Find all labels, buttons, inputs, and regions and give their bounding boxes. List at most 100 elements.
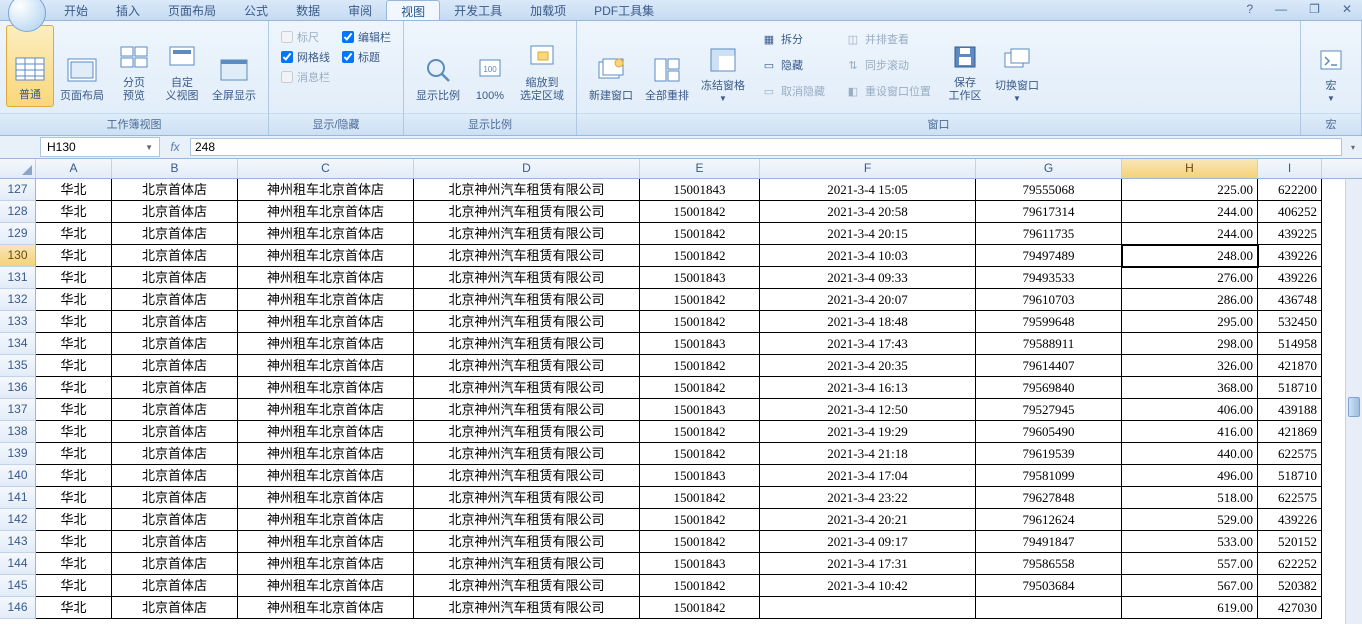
cell[interactable]: 439226 (1258, 509, 1322, 531)
macro-button[interactable]: 宏 ▼ (1307, 25, 1355, 107)
cell[interactable]: 神州租车北京首体店 (238, 377, 414, 399)
cell[interactable]: 北京首体店 (112, 311, 238, 333)
maximize-icon[interactable]: ❐ (1303, 0, 1326, 18)
cell[interactable]: 北京首体店 (112, 355, 238, 377)
cell[interactable]: 北京首体店 (112, 443, 238, 465)
cell[interactable]: 神州租车北京首体店 (238, 487, 414, 509)
cell[interactable]: 79497489 (976, 245, 1122, 267)
cell[interactable]: 华北 (36, 553, 112, 575)
page-break-button[interactable]: 分页 预览 (110, 25, 158, 107)
cell[interactable]: 北京首体店 (112, 201, 238, 223)
cell[interactable]: 2021-3-4 15:05 (760, 179, 976, 201)
cell[interactable]: 2021-3-4 20:35 (760, 355, 976, 377)
arrange-button[interactable]: 全部重排 (639, 25, 695, 107)
cell[interactable]: 2021-3-4 23:22 (760, 487, 976, 509)
col-header-F[interactable]: F (760, 159, 976, 178)
cell[interactable]: 368.00 (1122, 377, 1258, 399)
cell[interactable]: 华北 (36, 355, 112, 377)
expand-formula-icon[interactable]: ▾ (1344, 143, 1362, 152)
cell[interactable]: 244.00 (1122, 223, 1258, 245)
row-header[interactable]: 136 (0, 377, 36, 399)
new-window-button[interactable]: 新建窗口 (583, 25, 639, 107)
tab-插入[interactable]: 插入 (102, 0, 154, 20)
cell[interactable]: 北京神州汽车租赁有限公司 (414, 179, 640, 201)
cell[interactable]: 622575 (1258, 443, 1322, 465)
tab-页面布局[interactable]: 页面布局 (154, 0, 230, 20)
cell[interactable]: 326.00 (1122, 355, 1258, 377)
freeze-button[interactable]: 冻结窗格 ▼ (695, 25, 751, 107)
cell[interactable]: 15001843 (640, 399, 760, 421)
name-box[interactable]: H130 ▼ (40, 137, 160, 157)
cell[interactable]: 15001842 (640, 289, 760, 311)
cell[interactable]: 北京神州汽车租赁有限公司 (414, 509, 640, 531)
cell[interactable]: 15001843 (640, 179, 760, 201)
cell[interactable]: 神州租车北京首体店 (238, 597, 414, 619)
cell[interactable]: 514958 (1258, 333, 1322, 355)
cell[interactable]: 北京首体店 (112, 575, 238, 597)
cell[interactable]: 2021-3-4 17:43 (760, 333, 976, 355)
row-header[interactable]: 141 (0, 487, 36, 509)
row-header[interactable]: 132 (0, 289, 36, 311)
cell[interactable]: 2021-3-4 17:31 (760, 553, 976, 575)
cell[interactable]: 2021-3-4 20:15 (760, 223, 976, 245)
cell[interactable]: 79527945 (976, 399, 1122, 421)
formulabar-checkbox[interactable]: 编辑栏 (342, 29, 391, 45)
cell[interactable]: 北京首体店 (112, 553, 238, 575)
row-header[interactable]: 138 (0, 421, 36, 443)
cell[interactable]: 15001842 (640, 575, 760, 597)
cell[interactable]: 神州租车北京首体店 (238, 399, 414, 421)
cell[interactable]: 15001842 (640, 509, 760, 531)
cell[interactable]: 79614407 (976, 355, 1122, 377)
cell[interactable]: 15001842 (640, 223, 760, 245)
cell[interactable]: 421870 (1258, 355, 1322, 377)
minimize-icon[interactable]: — (1269, 0, 1293, 18)
save-workspace-button[interactable]: 保存 工作区 (941, 25, 989, 107)
close-icon[interactable]: ✕ (1336, 0, 1358, 18)
cell[interactable]: 华北 (36, 223, 112, 245)
cell[interactable]: 421869 (1258, 421, 1322, 443)
row-header[interactable]: 129 (0, 223, 36, 245)
cell[interactable]: 北京神州汽车租赁有限公司 (414, 443, 640, 465)
cell[interactable]: 华北 (36, 509, 112, 531)
cell[interactable]: 439226 (1258, 267, 1322, 289)
cell[interactable]: 2021-3-4 20:21 (760, 509, 976, 531)
cell[interactable]: 神州租车北京首体店 (238, 201, 414, 223)
cell[interactable]: 15001842 (640, 355, 760, 377)
help-icon[interactable]: ? (1240, 0, 1259, 18)
cell[interactable]: 15001843 (640, 267, 760, 289)
cell[interactable]: 244.00 (1122, 201, 1258, 223)
cell[interactable]: 北京首体店 (112, 289, 238, 311)
cell[interactable]: 529.00 (1122, 509, 1258, 531)
cell[interactable]: 华北 (36, 377, 112, 399)
cell[interactable]: 2021-3-4 19:29 (760, 421, 976, 443)
row-header[interactable]: 139 (0, 443, 36, 465)
cell[interactable]: 295.00 (1122, 311, 1258, 333)
cell[interactable]: 神州租车北京首体店 (238, 355, 414, 377)
cell[interactable]: 436748 (1258, 289, 1322, 311)
cell[interactable]: 79569840 (976, 377, 1122, 399)
cell[interactable]: 276.00 (1122, 267, 1258, 289)
grid-body[interactable]: 127华北北京首体店神州租车北京首体店北京神州汽车租赁有限公司150018432… (0, 179, 1362, 624)
cell[interactable]: 北京首体店 (112, 509, 238, 531)
cell[interactable]: 518710 (1258, 377, 1322, 399)
cell[interactable]: 北京首体店 (112, 179, 238, 201)
cell[interactable]: 华北 (36, 575, 112, 597)
cell[interactable]: 439226 (1258, 245, 1322, 267)
cell[interactable]: 神州租车北京首体店 (238, 289, 414, 311)
zoom-selection-button[interactable]: 缩放到 选定区域 (514, 25, 570, 107)
cell[interactable]: 华北 (36, 245, 112, 267)
cell[interactable]: 北京首体店 (112, 267, 238, 289)
cell[interactable]: 华北 (36, 421, 112, 443)
col-header-D[interactable]: D (414, 159, 640, 178)
cell[interactable]: 北京首体店 (112, 377, 238, 399)
row-header[interactable]: 130 (0, 245, 36, 267)
row-header[interactable]: 133 (0, 311, 36, 333)
cell[interactable]: 华北 (36, 465, 112, 487)
cell[interactable]: 北京神州汽车租赁有限公司 (414, 333, 640, 355)
cell[interactable]: 15001842 (640, 377, 760, 399)
cell[interactable]: 北京神州汽车租赁有限公司 (414, 597, 640, 619)
cell[interactable]: 北京首体店 (112, 465, 238, 487)
cell[interactable]: 北京神州汽车租赁有限公司 (414, 399, 640, 421)
cell[interactable]: 北京神州汽车租赁有限公司 (414, 245, 640, 267)
cell[interactable]: 533.00 (1122, 531, 1258, 553)
